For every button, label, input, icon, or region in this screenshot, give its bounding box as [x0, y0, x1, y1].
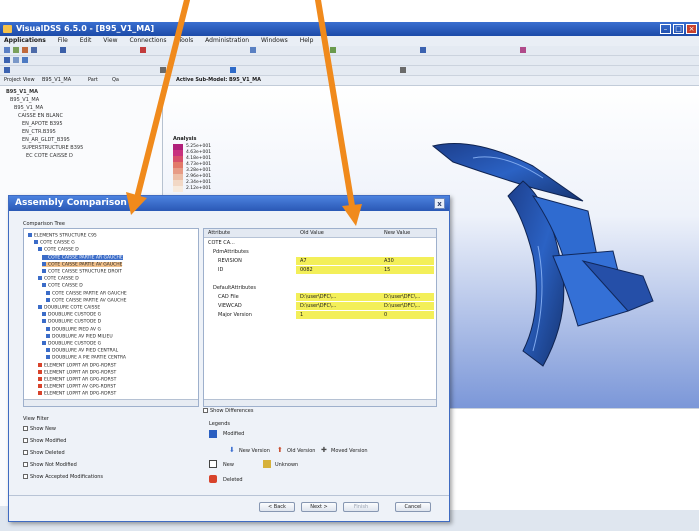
annotation-arrows: [126, 0, 362, 226]
arrow-to-comparison-tree: [126, 0, 190, 215]
arrow-to-attribute-grid: [315, 0, 362, 226]
